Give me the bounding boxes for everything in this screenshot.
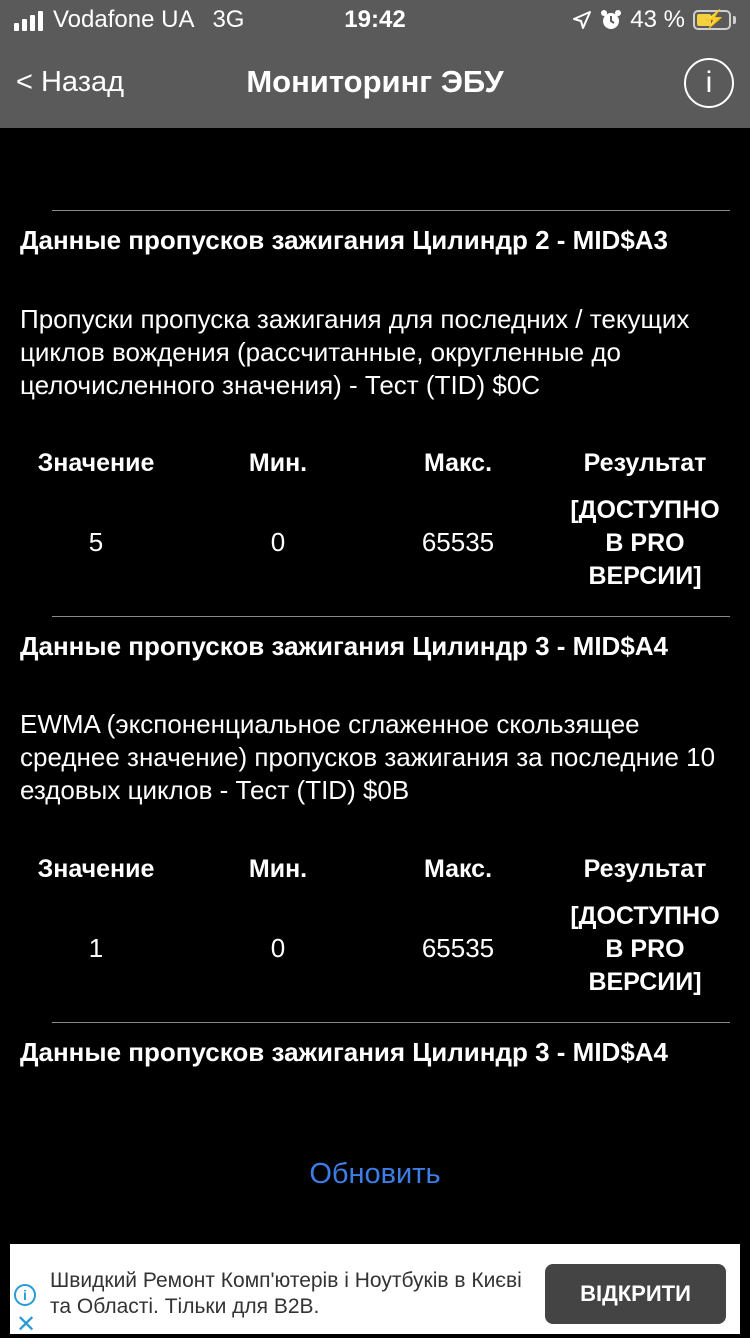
- entry-title: Данные пропусков зажигания Цилиндр 3 - M…: [20, 631, 669, 661]
- divider: [52, 616, 730, 617]
- divider: [52, 1022, 730, 1023]
- ad-banner[interactable]: i ✕ Швидкий Ремонт Комп'ютерів і Ноутбук…: [10, 1244, 740, 1337]
- location-arrow-icon: [573, 11, 592, 29]
- entry-title: Данные пропусков зажигания Цилиндр 2 - M…: [20, 225, 669, 255]
- ad-open-button[interactable]: ВІДКРИТИ: [545, 1264, 726, 1324]
- info-icon[interactable]: i: [684, 58, 734, 108]
- entry-max: 65535: [421, 933, 495, 963]
- entry-value: 5: [88, 527, 104, 557]
- entry-value: 1: [88, 933, 104, 963]
- entry-description: Пропуски пропуска зажигания для последни…: [20, 304, 690, 400]
- ad-text[interactable]: Швидкий Ремонт Комп'ютерів і Ноутбуків в…: [50, 1268, 530, 1320]
- entry-min: 0: [270, 933, 286, 963]
- status-right: 43 % ⚡: [572, 6, 736, 34]
- refresh-button[interactable]: Обновить: [0, 1158, 750, 1191]
- entry-description: EWMA (экспоненциальное сглаженное скольз…: [20, 709, 716, 805]
- battery-charging-icon: ⚡: [693, 9, 731, 30]
- battery-tip: [733, 16, 736, 24]
- column-header-value: Значение: [37, 449, 155, 477]
- navigation-bar: < Назад Мониторинг ЭБУ i: [0, 42, 750, 128]
- entry-max: 65535: [421, 527, 495, 557]
- page-title: Мониторинг ЭБУ: [246, 64, 504, 99]
- column-header-value: Значение: [37, 855, 155, 883]
- ad-info-icon[interactable]: i: [14, 1284, 36, 1306]
- monitor-list[interactable]: Данные пропусков зажигания Цилиндр 2 - M…: [0, 128, 750, 1118]
- entry-result: [ДОСТУПНО В PRO ВЕРСИИ]: [570, 902, 720, 996]
- entry-result: [ДОСТУПНО В PRO ВЕРСИИ]: [570, 496, 720, 590]
- battery-percent: 43 %: [630, 6, 685, 33]
- status-bar: Vodafone UA 3G 19:42 43 % ⚡: [0, 0, 750, 42]
- alarm-icon: [601, 10, 622, 29]
- column-header-min: Мин.: [248, 855, 308, 883]
- entry-title: Данные пропусков зажигания Цилиндр 3 - M…: [20, 1037, 669, 1067]
- ad-close-icon[interactable]: ✕: [16, 1313, 36, 1337]
- column-header-max: Макс.: [423, 449, 493, 477]
- column-header-result: Результат: [583, 449, 707, 477]
- column-header-result: Результат: [583, 855, 707, 883]
- divider: [52, 210, 730, 211]
- column-header-min: Мин.: [248, 449, 308, 477]
- entry-min: 0: [270, 527, 286, 557]
- column-header-max: Макс.: [423, 855, 493, 883]
